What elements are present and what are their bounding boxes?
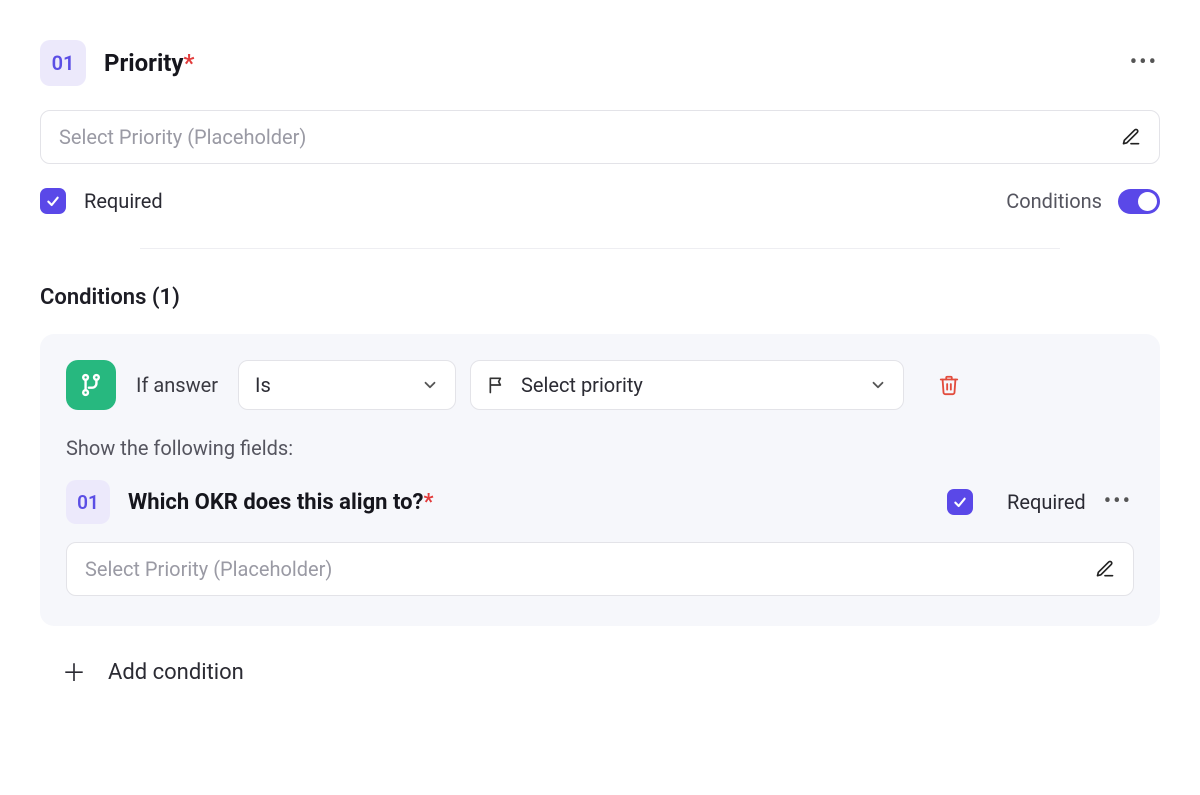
field-more-menu-button[interactable]: ••• bbox=[1128, 48, 1160, 78]
subfield-required-label: Required bbox=[1007, 490, 1086, 514]
field-header: 01 Priority* ••• bbox=[40, 40, 1160, 86]
add-condition-label: Add condition bbox=[108, 660, 244, 685]
field-title-text: Priority bbox=[104, 49, 184, 77]
subfield-number-badge: 01 bbox=[66, 480, 110, 524]
subfield-header: 01 Which OKR does this align to?* Requir… bbox=[66, 480, 1134, 524]
edit-icon[interactable] bbox=[1121, 127, 1141, 147]
priority-select-placeholder[interactable]: Select Priority (Placeholder) bbox=[40, 110, 1160, 164]
branch-icon bbox=[66, 360, 116, 410]
subfield-title-text: Which OKR does this align to? bbox=[128, 490, 423, 515]
plus-icon: ＋ bbox=[62, 661, 86, 685]
condition-logic-row: If answer Is Select priority bbox=[66, 360, 1134, 410]
delete-condition-button[interactable] bbox=[938, 374, 960, 396]
divider bbox=[140, 248, 1060, 249]
subfield-required-checkbox[interactable] bbox=[947, 489, 973, 515]
required-label: Required bbox=[84, 189, 163, 213]
required-star-icon: * bbox=[423, 490, 433, 515]
required-star-icon: * bbox=[184, 49, 195, 77]
field-flags-row: Required Conditions bbox=[40, 188, 1160, 214]
required-checkbox[interactable] bbox=[40, 188, 66, 214]
subfield-title: Which OKR does this align to?* bbox=[128, 490, 433, 515]
if-answer-label: If answer bbox=[136, 373, 218, 397]
add-condition-button[interactable]: ＋ Add condition bbox=[40, 654, 1160, 685]
chevron-down-icon bbox=[421, 376, 439, 394]
subfield-right-controls: Required ••• bbox=[947, 487, 1134, 517]
placeholder-text: Select Priority (Placeholder) bbox=[59, 125, 306, 149]
value-dropdown[interactable]: Select priority bbox=[470, 360, 904, 410]
subfield-placeholder-text: Select Priority (Placeholder) bbox=[85, 557, 332, 581]
subfield-select-placeholder[interactable]: Select Priority (Placeholder) bbox=[66, 542, 1134, 596]
conditions-label: Conditions bbox=[1006, 189, 1102, 213]
edit-icon[interactable] bbox=[1095, 559, 1115, 579]
field-number-badge: 01 bbox=[40, 40, 86, 86]
field-title: Priority* bbox=[104, 49, 194, 77]
value-placeholder: Select priority bbox=[521, 373, 643, 397]
form-field-editor: 01 Priority* ••• Select Priority (Placeh… bbox=[0, 0, 1200, 725]
flag-icon bbox=[487, 375, 507, 395]
conditions-section-title: Conditions (1) bbox=[40, 285, 1160, 310]
show-fields-label: Show the following fields: bbox=[66, 436, 1134, 460]
operator-dropdown[interactable]: Is bbox=[238, 360, 456, 410]
chevron-down-icon bbox=[869, 376, 887, 394]
conditions-toggle[interactable] bbox=[1118, 189, 1160, 214]
operator-value: Is bbox=[255, 373, 271, 397]
subfield-more-menu-button[interactable]: ••• bbox=[1102, 487, 1134, 517]
condition-card: If answer Is Select priority bbox=[40, 334, 1160, 626]
